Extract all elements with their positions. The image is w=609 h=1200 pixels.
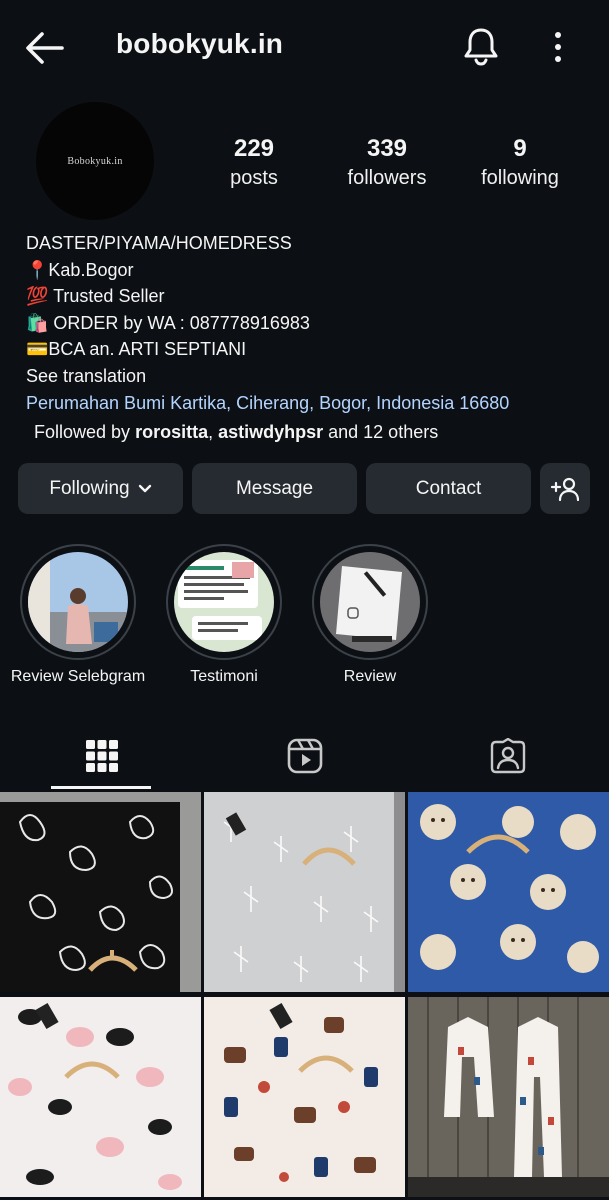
- highlight-review-selebgram[interactable]: Review Selebgram: [10, 544, 146, 686]
- highlight-label: Review Selebgram: [10, 668, 146, 685]
- contact-button-label: Contact: [415, 477, 482, 499]
- avatar-logo-text: Bobokyuk.in: [67, 155, 123, 167]
- following-button-label: Following: [49, 477, 130, 499]
- highlight-ring: [20, 544, 136, 660]
- arrow-left-icon[interactable]: [24, 30, 64, 66]
- bio-line-bank: 💳BCA an. ARTI SEPTIANI: [26, 339, 247, 360]
- followed-by[interactable]: Followed by rorositta, astiwdyhpsr and 1…: [34, 420, 438, 444]
- posts-count[interactable]: 229 posts: [210, 134, 298, 192]
- following-value: 9: [513, 135, 527, 162]
- highlight-ring: [312, 544, 428, 660]
- posts-value: 229: [233, 135, 275, 162]
- highlight-label: Testimoni: [190, 668, 258, 685]
- followed-by-user-1[interactable]: rorositta: [135, 422, 208, 442]
- followed-by-user-2[interactable]: astiwdyhpsr: [218, 422, 323, 442]
- followers-value: 339: [366, 135, 408, 162]
- location-link[interactable]: Perumahan Bumi Kartika, Ciherang, Bogor,…: [26, 390, 596, 417]
- highlight-label: Review: [343, 668, 397, 685]
- bio-line-trusted: 💯 Trusted Seller: [26, 286, 165, 307]
- chevron-down-icon: [138, 484, 151, 492]
- profile-bio: DASTER/PIYAMA/HOMEDRESS 📍Kab.Bogor 💯 Tru…: [26, 230, 596, 416]
- tab-posts-grid[interactable]: [0, 722, 203, 790]
- post-thumbnail[interactable]: [408, 792, 609, 992]
- tagged-person-icon: [490, 738, 525, 774]
- bell-icon[interactable]: [462, 26, 500, 66]
- highlight-review[interactable]: Review: [310, 544, 430, 686]
- person-add-icon: [551, 477, 579, 501]
- followed-by-separator: ,: [208, 422, 219, 442]
- profile-tabs: [0, 722, 609, 790]
- post-thumbnail[interactable]: [0, 997, 201, 1197]
- message-button-label: Message: [235, 477, 314, 499]
- add-user-button[interactable]: [540, 463, 590, 514]
- message-button[interactable]: Message: [192, 463, 357, 514]
- top-bar: bobokyuk.in: [0, 0, 609, 94]
- highlight-cover-image: [28, 552, 128, 652]
- tab-tagged[interactable]: [406, 722, 609, 790]
- grid-icon: [85, 740, 118, 772]
- post-thumbnail[interactable]: [204, 997, 405, 1197]
- followed-by-prefix: Followed by: [34, 422, 136, 442]
- following-label: following: [481, 167, 559, 189]
- avatar[interactable]: Bobokyuk.in: [36, 102, 154, 220]
- bio-line-location: 📍Kab.Bogor: [26, 259, 134, 280]
- bio-line-order: 🛍️ ORDER by WA : 087778916983: [26, 312, 310, 333]
- posts-label: posts: [230, 167, 278, 189]
- see-translation-link[interactable]: See translation: [26, 363, 596, 390]
- followers-label: followers: [347, 167, 427, 189]
- highlight-ring: [166, 544, 282, 660]
- reels-icon: [287, 738, 322, 774]
- post-thumbnail[interactable]: [408, 997, 609, 1197]
- active-tab-indicator: [51, 786, 151, 789]
- highlight-testimoni[interactable]: Testimoni: [164, 544, 284, 686]
- post-thumbnail[interactable]: [0, 792, 201, 992]
- more-vertical-icon[interactable]: [548, 30, 568, 64]
- followed-by-suffix: and 12 others: [323, 422, 439, 442]
- contact-button[interactable]: Contact: [366, 463, 531, 514]
- profile-username: bobokyuk.in: [116, 28, 284, 59]
- posts-grid: [0, 792, 609, 1200]
- tab-reels[interactable]: [203, 722, 406, 790]
- following-count[interactable]: 9 following: [470, 134, 570, 192]
- bio-line-category: DASTER/PIYAMA/HOMEDRESS: [26, 233, 292, 253]
- following-button[interactable]: Following: [18, 463, 183, 514]
- highlight-cover-image: [320, 552, 420, 652]
- highlight-cover-image: [174, 552, 274, 652]
- post-thumbnail[interactable]: [204, 792, 405, 992]
- followers-count[interactable]: 339 followers: [330, 134, 444, 192]
